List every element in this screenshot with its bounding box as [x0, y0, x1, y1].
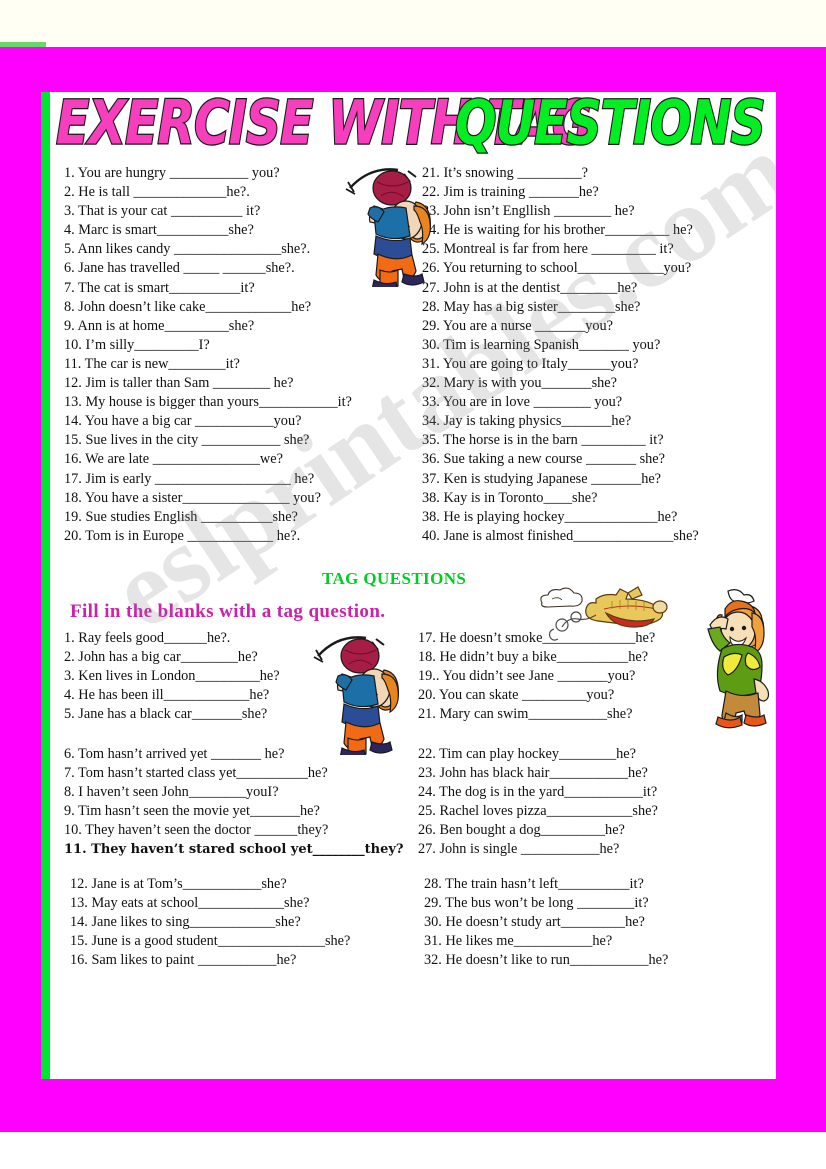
question-item: 7. Tom hasn’t started class yet_________… [64, 765, 328, 782]
question-item: 9. Tim hasn’t seen the movie yet_______h… [64, 803, 320, 820]
question-item: 17. Jim is early ___________________ he? [64, 470, 315, 487]
question-item: 13. My house is bigger than yours_______… [64, 394, 352, 411]
basketball-boy-icon [313, 636, 399, 755]
question-item: 38. He is playing hockey_____________he? [422, 508, 678, 525]
question-item: 12. Jim is taller than Sam ________ he? [64, 375, 294, 392]
question-item: 15. June is a good student______________… [70, 933, 351, 950]
airplane-icon [540, 586, 668, 641]
question-item: 32. He doesn’t like to run___________he? [424, 952, 669, 969]
question-item: 16. We are late _______________we? [64, 451, 283, 468]
question-item: 27. John is at the dentist________he? [422, 279, 638, 296]
question-item: 30. He doesn’t study art_________he? [424, 914, 645, 931]
tag-questions-heading: TAG QUESTIONS [322, 569, 467, 588]
question-item: 2. He is tall _____________he?. [64, 184, 250, 201]
exercise2-right-group-3: 28. The train hasn’t left__________it? 2… [424, 875, 668, 970]
question-item: 24. He is waiting for his brother_______… [422, 222, 693, 239]
question-item: 30. Tim is learning Spanish_______ you? [422, 336, 661, 353]
question-item: 40. Jane is almost finished_____________… [422, 527, 699, 544]
question-item: 31. He likes me___________he? [424, 933, 613, 950]
question-item: 26. Ben bought a dog_________he? [418, 822, 625, 839]
exercise1-left-column: 1. You are hungry ___________ you? 2. He… [64, 164, 352, 546]
question-item: 37. Ken is studying Japanese _______he? [422, 470, 662, 487]
green-accent-bar [41, 92, 50, 1079]
basketball-boy-icon [345, 168, 431, 287]
question-item: 28. May has a big sister________she? [422, 298, 641, 315]
fill-in-instruction: Fill in the blanks with a tag question. [70, 601, 386, 622]
question-item: 4. Marc is smart__________she? [64, 222, 254, 239]
question-item: 9. Ann is at home_________she? [64, 317, 255, 334]
question-item: 15. Sue lives in the city ___________ sh… [64, 432, 310, 449]
question-item: 11. They haven’t stared school yet______… [64, 842, 404, 858]
question-item: 16. Sam likes to paint ___________he? [70, 952, 297, 969]
exercise2-left-group-1: 1. Ray feels good______he?. 2. John has … [64, 629, 280, 724]
question-item: 11. The car is new________it? [64, 355, 240, 372]
question-item: 3. Ken lives in London_________he? [64, 668, 280, 685]
question-item: 12. Jane is at Tom’s___________she? [70, 876, 287, 892]
question-item: 6. Jane has travelled _____ ______she?. [64, 260, 295, 277]
question-item: 3. That is your cat __________ it? [64, 203, 261, 220]
exercise1-right-column: 21. It’s snowing _________? 22. Jim is t… [422, 164, 699, 546]
question-item: 23. John isn’t Engllish ________ he? [422, 203, 635, 220]
question-item: 4. He has been ill____________he? [64, 687, 270, 704]
question-item: 21. It’s snowing _________? [422, 165, 588, 181]
question-item: 13. May eats at school____________she? [70, 895, 310, 912]
question-item: 20. You can skate _________you? [418, 687, 615, 704]
question-item: 25. Rachel loves pizza____________she? [418, 803, 658, 820]
question-item: 22. Tim can play hockey________he? [418, 746, 636, 762]
question-item: 21. Mary can swim___________she? [418, 706, 633, 723]
question-item: 8. I haven’t seen John________youI? [64, 784, 279, 801]
question-item: 8. John doesn’t like cake____________he? [64, 298, 312, 315]
top-margin-strip [0, 0, 826, 47]
question-item: 14. You have a big car ___________you? [64, 413, 302, 430]
saluting-boy-icon [707, 589, 770, 729]
question-item: 19. Sue studies English __________she? [64, 508, 298, 525]
question-item: 33. You are in love ________ you? [422, 394, 623, 411]
question-item: 5. Jane has a black car_______she? [64, 706, 268, 723]
question-item: 34. Jay is taking physics_______he? [422, 413, 632, 430]
worksheet-title: EXERCISE WITH TAG QUESTIONS 2 [50, 92, 776, 160]
title-part-questions-2: QUESTIONS 2 [454, 92, 776, 160]
question-item: 26. You returning to school____________y… [422, 260, 692, 277]
question-item: 19.. You didn’t see Jane _______you? [418, 668, 636, 685]
exercise2-left-group-3: 12. Jane is at Tom’s___________she? 13. … [70, 875, 350, 970]
question-item: 23. John has black hair___________he? [418, 765, 648, 782]
exercise2-right-group-2: 22. Tim can play hockey________he? 23. J… [418, 745, 658, 860]
question-item: 29. You are a nurse _______you? [422, 317, 613, 334]
question-item: 24. The dog is in the yard___________it? [418, 784, 658, 801]
question-item: 22. Jim is training _______he? [422, 184, 599, 201]
question-item: 29. The bus won’t be long ________it? [424, 895, 649, 912]
question-item: 32. Mary is with you_______she? [422, 375, 617, 392]
worksheet-content-sheet: eslprintables.com EXERCISE WITH TAG QUES… [50, 92, 776, 1079]
question-item: 27. John is single ___________he? [418, 841, 620, 858]
question-item: 36. Sue taking a new course _______ she? [422, 451, 665, 468]
question-item: 10. They haven’t seen the doctor ______t… [64, 822, 329, 839]
exercise2-left-group-2: 6. Tom hasn’t arrived yet _______ he? 7.… [64, 745, 404, 860]
question-item: 20. Tom is in Europe ____________ he?. [64, 527, 301, 544]
question-item: 5. Ann likes candy _______________she?. [64, 241, 311, 258]
worksheet-page: eslprintables.com EXERCISE WITH TAG QUES… [0, 0, 826, 1169]
question-item: 18. You have a sister_______________ you… [64, 489, 321, 506]
question-item: 2. John has a big car________he? [64, 649, 258, 666]
question-item: 31. You are going to Italy______you? [422, 355, 639, 372]
question-item: 14. Jane likes to sing____________she? [70, 914, 301, 931]
question-item: 28. The train hasn’t left__________it? [424, 876, 644, 892]
question-item: 35. The horse is in the barn _________ i… [422, 432, 664, 449]
question-item: 18. He didn’t buy a bike__________he? [418, 649, 649, 666]
question-item: 38. Kay is in Toronto____she? [422, 489, 598, 506]
question-item: 25. Montreal is far from here _________ … [422, 241, 674, 258]
question-item: 10. I’m silly_________I? [64, 336, 210, 353]
question-item: 1. Ray feels good______he?. [64, 630, 231, 646]
question-item: 1. You are hungry ___________ you? [64, 165, 280, 181]
question-item: 7. The cat is smart__________it? [64, 279, 255, 296]
